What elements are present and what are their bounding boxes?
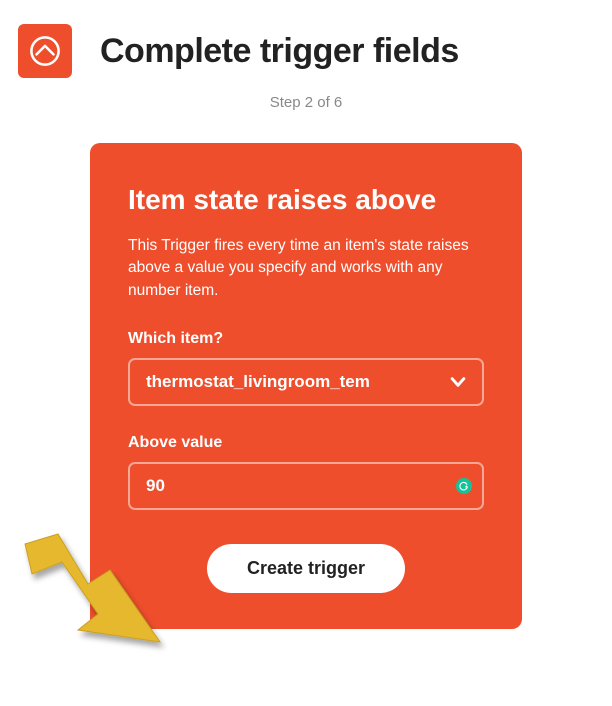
step-indicator: Step 2 of 6 [0, 94, 612, 111]
trigger-card: Item state raises above This Trigger fir… [90, 143, 522, 629]
above-value-input[interactable] [146, 476, 442, 496]
card-description: This Trigger fires every time an item's … [128, 235, 484, 302]
field-label-value: Above value [128, 434, 484, 452]
chevron-down-icon [448, 372, 468, 392]
openhab-icon [28, 34, 62, 68]
create-trigger-button[interactable]: Create trigger [207, 544, 405, 593]
page-title: Complete trigger fields [100, 32, 459, 71]
card-title: Item state raises above [128, 183, 484, 217]
grammarly-icon [456, 478, 472, 494]
item-select-value: thermostat_livingroom_tem [146, 372, 438, 392]
above-value-input-wrap [128, 462, 484, 510]
service-icon [18, 24, 72, 78]
field-label-item: Which item? [128, 330, 484, 348]
page-header: Complete trigger fields [0, 0, 612, 86]
item-select[interactable]: thermostat_livingroom_tem [128, 358, 484, 406]
